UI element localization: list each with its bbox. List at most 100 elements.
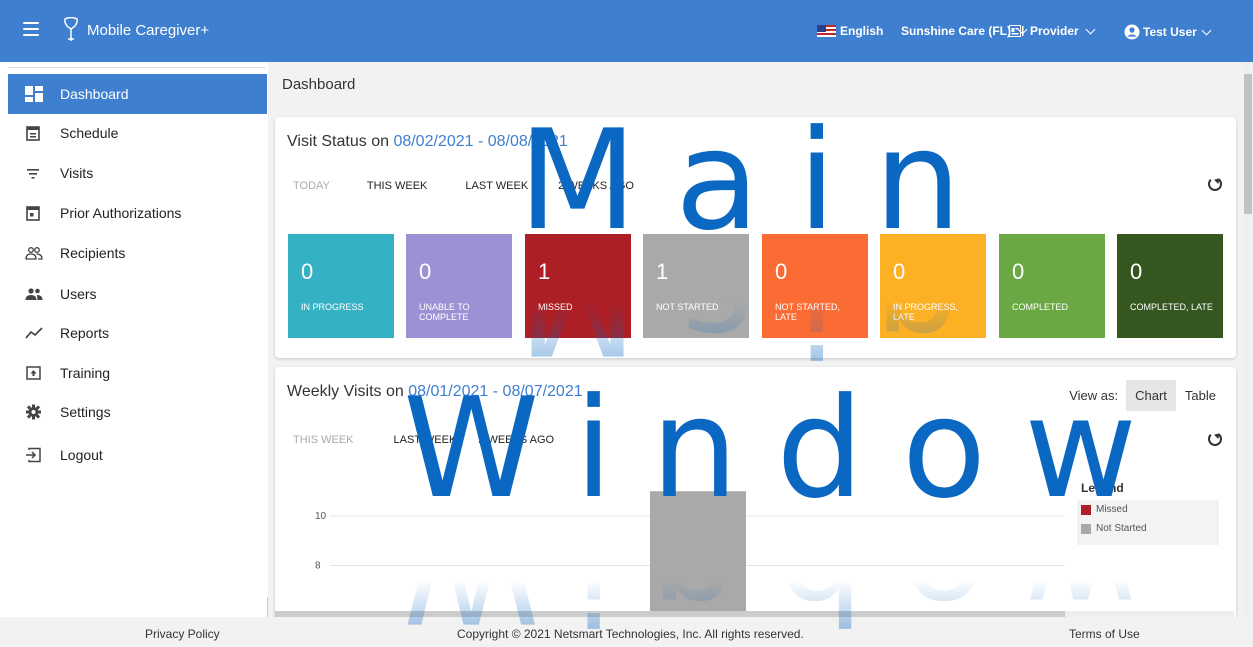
scrollbar-thumb[interactable] (275, 611, 1065, 617)
menu-icon[interactable] (23, 22, 39, 36)
dashboard-icon (25, 86, 43, 102)
tile-in-progress-late[interactable]: 0 IN PROGRESS, LATE (880, 234, 986, 338)
legend-label: Not Started (1096, 523, 1147, 534)
sidebar-item-prior-authorizations[interactable]: Prior Authorizations (8, 193, 267, 233)
tile-label: NOT STARTED (656, 302, 719, 312)
tab-this-week[interactable]: THIS WEEK (367, 180, 428, 192)
tile-unable-to-complete[interactable]: 0 UNABLE TO COMPLETE (406, 234, 512, 338)
y-tick-label: 10 (315, 511, 327, 522)
organization-label: Sunshine Care (FL) (901, 24, 1012, 38)
page-title: Dashboard (282, 76, 356, 93)
sidebar-item-label: Dashboard (60, 86, 129, 102)
id-card-icon (1009, 25, 1024, 37)
logout-icon (26, 447, 41, 463)
privacy-policy-link[interactable]: Privacy Policy (145, 627, 220, 641)
horizontal-scrollbar[interactable] (275, 611, 1234, 617)
legend-swatch (1081, 504, 1091, 515)
sidebar-item-label: Training (60, 365, 111, 381)
sidebar-item-recipients[interactable]: Recipients (8, 233, 267, 273)
tile-label: IN PROGRESS (301, 302, 364, 312)
sidebar-item-label: Prior Authorizations (60, 205, 182, 221)
sidebar-item-reports[interactable]: Reports (8, 313, 267, 353)
visit-status-title: Visit Status on 08/02/2021 - 08/08/2021 (287, 133, 568, 151)
tab-today[interactable]: TODAY (293, 180, 330, 192)
sidebar-item-training[interactable]: Training (8, 353, 267, 393)
us-flag-icon (817, 25, 836, 37)
account-circle-icon (1124, 24, 1140, 40)
vertical-scrollbar[interactable] (1243, 62, 1253, 617)
language-selector[interactable]: English (817, 24, 883, 38)
visit-status-title-text: Visit Status on (287, 133, 389, 150)
organization-selector[interactable]: Sunshine Care (FL) (901, 24, 1028, 38)
sidebar-item-settings[interactable]: Settings (8, 392, 267, 432)
weekly-visits-card: Weekly Visits on 08/01/2021 - 08/07/2021… (275, 367, 1236, 617)
tile-count: 0 (775, 259, 788, 284)
refresh-icon[interactable] (1208, 177, 1222, 191)
tile-label: COMPLETED, LATE (1130, 302, 1213, 312)
calendar-check-icon (26, 206, 40, 221)
tile-label: NOT STARTED, LATE (775, 302, 841, 322)
tab-last-week[interactable]: LAST WEEK (465, 180, 528, 192)
copyright-text: Copyright © 2021 Netsmart Technologies, … (457, 627, 804, 641)
y-tick-label: 8 (315, 561, 321, 572)
app-logo-icon (64, 17, 78, 41)
tile-in-progress[interactable]: 0 IN PROGRESS (288, 234, 394, 338)
sidebar-item-users[interactable]: Users (8, 274, 267, 314)
tile-count: 0 (301, 259, 314, 284)
user-menu[interactable]: Test User (1124, 24, 1212, 40)
role-selector[interactable]: Provider (1009, 24, 1096, 38)
tile-count: 0 (419, 259, 432, 284)
visit-status-card: Visit Status on 08/02/2021 - 08/08/2021 … (275, 117, 1236, 358)
visit-status-tabs: TODAY THIS WEEK LAST WEEK 2 WEEKS AGO (293, 180, 672, 192)
scrollbar-thumb[interactable] (1244, 74, 1252, 214)
sidebar-item-label: Reports (60, 325, 110, 341)
visit-status-date-range[interactable]: 08/02/2021 - 08/08/2021 (393, 133, 567, 150)
tile-label: UNABLE TO COMPLETE (419, 302, 470, 322)
users-icon (25, 288, 43, 300)
language-label: English (840, 24, 884, 38)
legend-swatch (1081, 523, 1091, 534)
tile-label: IN PROGRESS, LATE (893, 302, 959, 322)
calendar-icon (26, 126, 40, 141)
role-label: Provider (1030, 24, 1079, 38)
tile-label: COMPLETED (1012, 302, 1069, 312)
training-icon (26, 366, 41, 380)
tile-label: MISSED (538, 302, 573, 312)
legend-title: Legend (1081, 481, 1124, 495)
sidebar: Dashboard Schedule Visits Prior Authoriz… (0, 62, 268, 617)
tile-completed-late[interactable]: 0 COMPLETED, LATE (1117, 234, 1223, 338)
filter-icon (27, 169, 39, 179)
tile-not-started[interactable]: 1 NOT STARTED (643, 234, 749, 338)
legend-item-missed: Missed (1081, 504, 1128, 515)
user-label: Test User (1143, 25, 1197, 39)
sidebar-item-label: Schedule (60, 125, 119, 141)
terms-of-use-link[interactable]: Terms of Use (1069, 627, 1140, 641)
sidebar-item-label: Recipients (60, 245, 126, 261)
sidebar-item-schedule[interactable]: Schedule (8, 113, 267, 153)
tile-not-started-late[interactable]: 0 NOT STARTED, LATE (762, 234, 868, 338)
tab-2-weeks-ago[interactable]: 2 WEEKS AGO (558, 180, 634, 192)
tile-completed[interactable]: 0 COMPLETED (999, 234, 1105, 338)
gear-icon (26, 404, 41, 420)
top-bar: Mobile Caregiver+ English Sunshine Care … (0, 0, 1253, 62)
tile-count: 0 (1130, 259, 1143, 284)
sidebar-item-label: Settings (60, 404, 111, 420)
legend-label: Missed (1096, 504, 1128, 515)
trend-icon (25, 327, 43, 339)
legend-item-not-started: Not Started (1081, 523, 1147, 534)
footer: Privacy Policy Copyright © 2021 Netsmart… (0, 619, 1253, 647)
main-content: Dashboard Visit Status on 08/02/2021 - 0… (268, 62, 1243, 617)
chevron-down-icon (1201, 25, 1212, 35)
sidebar-item-label: Users (60, 286, 97, 302)
tile-missed[interactable]: 1 MISSED (525, 234, 631, 338)
tile-count: 1 (538, 259, 551, 284)
sidebar-item-visits[interactable]: Visits (8, 153, 267, 193)
sidebar-item-dashboard[interactable]: Dashboard (8, 74, 267, 114)
tile-count: 0 (893, 259, 906, 284)
bar-not-started[interactable] (650, 491, 746, 617)
people-outline-icon (25, 247, 43, 260)
sidebar-item-logout[interactable]: Logout (8, 435, 267, 475)
app-title: Mobile Caregiver+ (87, 22, 210, 39)
sidebar-item-label: Logout (60, 447, 103, 463)
divider (8, 67, 266, 68)
